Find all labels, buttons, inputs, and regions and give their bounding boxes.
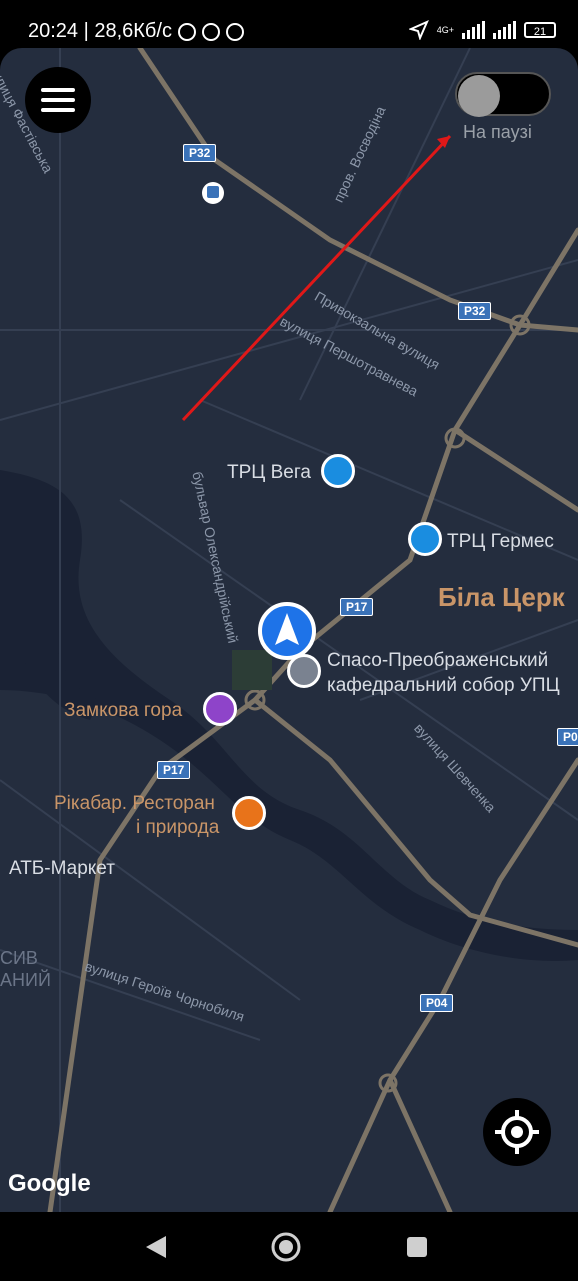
poi-label-cathedral-line2[interactable]: кафедральний собор УПЦ	[327, 675, 560, 697]
pause-toggle[interactable]	[455, 72, 551, 117]
battery-icon: 21	[524, 22, 556, 38]
google-logo: Google	[8, 1170, 91, 1197]
home-icon[interactable]	[270, 1231, 302, 1263]
poi-label-hermes[interactable]: ТРЦ Гермес	[447, 531, 554, 553]
poi-label-atb[interactable]: АТБ-Маркет	[9, 858, 115, 880]
poi-label-castle[interactable]: Замкова гора	[64, 700, 182, 722]
district-label-line1: СИВ	[0, 948, 38, 968]
viber-icon-2	[225, 22, 244, 41]
shopping-pin-icon[interactable]	[321, 454, 355, 488]
pause-toggle-label: На паузі	[463, 122, 532, 142]
road-shield-p17: P17	[340, 598, 374, 616]
poi-label-cathedral-line1[interactable]: Спасо-Преображенський	[327, 650, 548, 672]
road-shield-p0: P0	[557, 728, 578, 746]
map-view[interactable]: P32 P32 P17 P17 P04 P0 вулиця Фастівська…	[0, 48, 578, 1212]
back-icon[interactable]	[144, 1234, 168, 1260]
restaurant-pin-icon[interactable]	[232, 796, 266, 830]
poi-label-rikabar-line1[interactable]: Рікабар. Ресторан	[54, 793, 215, 815]
system-nav-bar	[0, 1212, 578, 1281]
network-type: 4G+	[436, 24, 454, 35]
road-shield-p32: P32	[183, 144, 217, 162]
shopping-pin-icon-2[interactable]	[408, 522, 442, 556]
menu-button[interactable]	[25, 67, 91, 133]
recents-icon[interactable]	[405, 1235, 429, 1259]
navigation-arrow-icon	[258, 602, 316, 660]
road-shield-p04: P04	[420, 994, 454, 1012]
road-shield-p32-east: P32	[458, 302, 492, 320]
alarm-icon	[177, 22, 196, 41]
my-location-icon	[495, 1110, 539, 1154]
status-time-speed: 20:24 | 28,6Кб/с	[28, 20, 172, 42]
city-label: Біла Церк	[438, 582, 565, 612]
toggle-knob[interactable]	[458, 75, 500, 117]
castle-pin-icon[interactable]	[203, 692, 237, 726]
location-arrow-icon	[408, 20, 429, 40]
signal-icon	[462, 21, 485, 39]
viber-icon	[201, 22, 220, 41]
signal-icon-2	[493, 21, 516, 39]
poi-label-rikabar-line2[interactable]: і природа	[136, 817, 219, 839]
district-label-line2: АНИЙ	[0, 970, 51, 990]
my-location-button[interactable]	[483, 1098, 551, 1166]
road-shield-p17-south: P17	[157, 761, 191, 779]
poi-label-vega[interactable]: ТРЦ Вега	[227, 462, 311, 484]
